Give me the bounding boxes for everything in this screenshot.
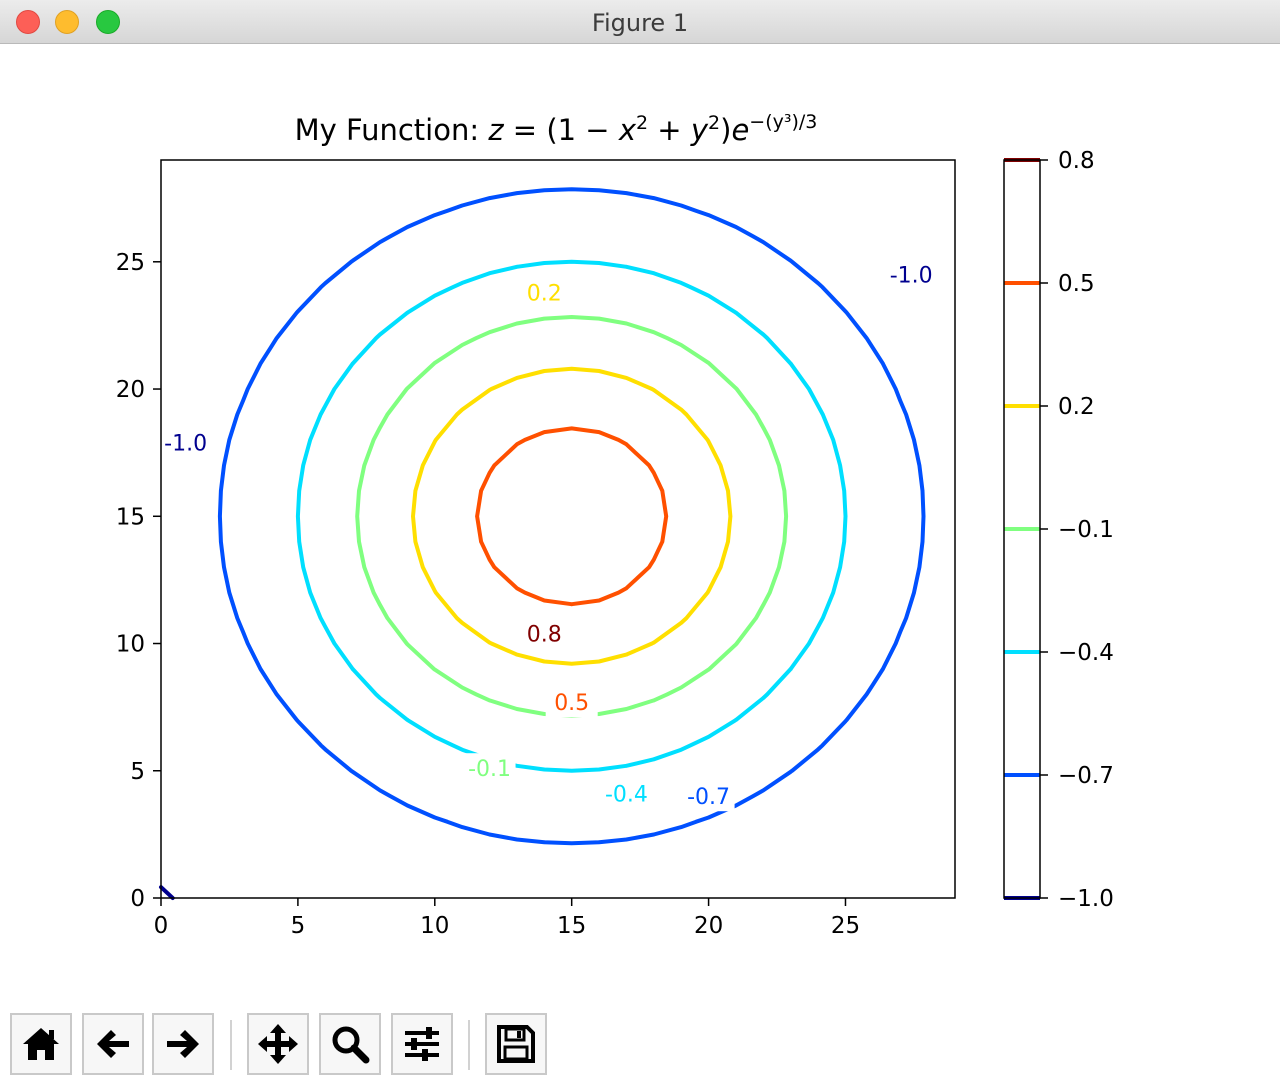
colorbar-tick-label: −0.4 (1058, 640, 1114, 666)
forward-button[interactable] (152, 1013, 214, 1075)
x-tick-label: 15 (557, 913, 586, 939)
forward-arrow-icon (167, 1030, 199, 1058)
x-tick-label: 0 (154, 913, 169, 939)
back-button[interactable] (82, 1013, 144, 1075)
zoom-magnifier-icon (332, 1026, 370, 1064)
y-axis-ticks: 0 5 10 15 20 25 (116, 250, 161, 912)
colorbar-tick-label: 0.2 (1058, 394, 1095, 420)
pan-move-icon (258, 1024, 298, 1064)
y-tick-label: 5 (130, 759, 145, 785)
contour-label: -1.0 (164, 431, 207, 456)
x-tick-label: 25 (831, 913, 860, 939)
navigation-toolbar (0, 1006, 1280, 1088)
save-floppy-icon (497, 1025, 535, 1063)
colorbar-tick-label: −0.7 (1058, 763, 1114, 789)
plot-area (161, 160, 955, 898)
x-tick-label: 20 (694, 913, 723, 939)
window-title: Figure 1 (591, 9, 689, 37)
colorbar-tick-label: 0.8 (1058, 148, 1095, 174)
window-titlebar: Figure 1 (0, 0, 1280, 44)
contour-label: 0.8 (527, 622, 562, 647)
pan-button[interactable] (247, 1013, 309, 1075)
y-tick-label: 15 (116, 504, 145, 530)
contour-label: -1.0 (890, 264, 933, 289)
configure-subplots-icon (405, 1027, 439, 1061)
colorbar-tick-label: −1.0 (1058, 886, 1114, 912)
y-tick-label: 25 (116, 250, 145, 276)
x-axis-ticks: 0 5 10 15 20 25 (154, 898, 860, 939)
x-tick-label: 10 (420, 913, 449, 939)
chart-title: My Function: z = (1 − x2 + y2)e−(y³)/3 (295, 111, 818, 147)
colorbar-tick-label: −0.1 (1058, 517, 1114, 543)
save-button[interactable] (485, 1013, 547, 1075)
contour-label: -0.4 (605, 783, 648, 808)
toolbar-separator (468, 1020, 470, 1070)
colorbar-tick-label: 0.5 (1058, 271, 1095, 297)
contour-figure: My Function: z = (1 − x2 + y2)e−(y³)/3 0… (116, 111, 1114, 939)
y-tick-label: 10 (116, 632, 145, 658)
back-arrow-icon (97, 1030, 129, 1058)
contour-label: -0.7 (687, 785, 730, 810)
x-tick-label: 5 (291, 913, 306, 939)
home-icon (23, 1028, 59, 1060)
contour-label: -0.1 (468, 757, 511, 782)
y-tick-label: 0 (130, 886, 145, 912)
home-button[interactable] (10, 1013, 72, 1075)
toolbar-separator (230, 1020, 232, 1070)
contour-label: 0.5 (554, 691, 589, 716)
zoom-button[interactable] (319, 1013, 381, 1075)
configure-subplots-button[interactable] (391, 1013, 453, 1075)
colorbar: 0.8 0.5 0.2 −0.1 −0.4 −0.7 −1.0 (1003, 148, 1114, 912)
contour-label: 0.2 (527, 281, 562, 306)
y-tick-label: 20 (116, 377, 145, 403)
